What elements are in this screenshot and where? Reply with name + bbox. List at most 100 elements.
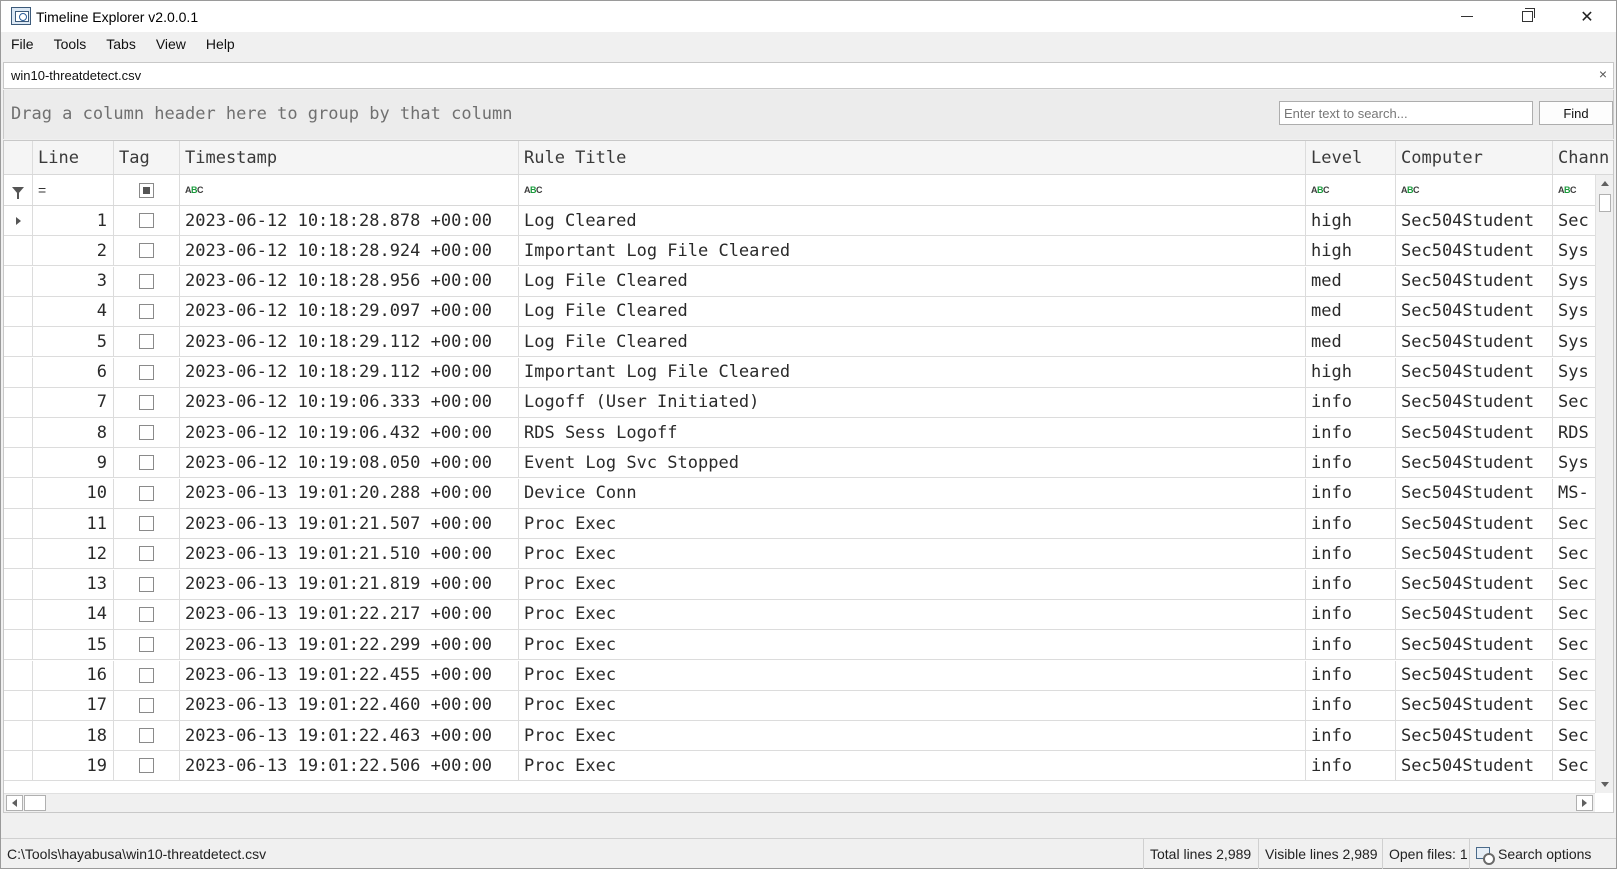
- cell-channel: Sys: [1558, 331, 1589, 352]
- horizontal-scrollbar[interactable]: [4, 793, 1595, 812]
- tag-checkbox[interactable]: [139, 425, 154, 441]
- table-row[interactable]: 10 2023-06-13 19:01:20.288 +00:00 Device C…: [4, 478, 1595, 509]
- minimize-button[interactable]: [1438, 1, 1496, 32]
- group-panel[interactable]: Drag a column header here to group by th…: [3, 90, 1614, 139]
- menu-file[interactable]: File: [1, 32, 44, 60]
- tag-checkbox[interactable]: [139, 364, 154, 380]
- table-row[interactable]: 17 2023-06-13 19:01:22.460 +00:00 Proc Exe…: [4, 690, 1595, 721]
- menu-view[interactable]: View: [146, 32, 196, 60]
- close-icon: ✕: [1580, 8, 1594, 26]
- equals-icon: =: [38, 182, 47, 198]
- row-indicator: [4, 721, 33, 751]
- cell-channel: Sys: [1558, 362, 1589, 382]
- tag-checkbox[interactable]: [139, 667, 154, 683]
- tag-checkbox[interactable]: [139, 334, 154, 350]
- horizontal-scroll-thumb[interactable]: [24, 795, 46, 811]
- column-header-rule-title[interactable]: Rule Title: [519, 141, 1306, 174]
- column-header-channel[interactable]: Chann: [1553, 141, 1613, 174]
- column-header-tag[interactable]: Tag: [114, 141, 180, 174]
- tag-checkbox[interactable]: [139, 213, 154, 228]
- cell-computer: Sec504Student: [1396, 509, 1553, 538]
- cell-line: 4: [33, 296, 114, 326]
- column-header-timestamp[interactable]: Timestamp: [180, 141, 519, 174]
- tag-checkbox[interactable]: [139, 606, 154, 622]
- table-row[interactable]: 11 2023-06-13 19:01:21.507 +00:00 Proc Exe…: [4, 509, 1595, 539]
- table-row[interactable]: 19 2023-06-13 19:01:22.506 +00:00 Proc Exe…: [4, 751, 1595, 782]
- scroll-left-button[interactable]: [6, 795, 23, 811]
- table-row[interactable]: 14 2023-06-13 19:01:22.217 +00:00 Proc Exe…: [4, 599, 1595, 630]
- tag-checkbox[interactable]: [139, 546, 154, 562]
- cell-channel: Sec: [1558, 604, 1589, 625]
- tag-checkbox[interactable]: [139, 728, 154, 744]
- status-open-files: Open files: 1: [1382, 839, 1474, 869]
- cell-level: info: [1306, 690, 1396, 720]
- group-hint: Drag a column header here to group by th…: [11, 104, 513, 124]
- vertical-scroll-thumb[interactable]: [1599, 194, 1611, 212]
- menu-tools[interactable]: Tools: [44, 32, 97, 60]
- filter-line[interactable]: =: [33, 175, 114, 205]
- table-row[interactable]: 6 2023-06-12 10:18:29.112 +00:00 Important…: [4, 357, 1595, 388]
- close-button[interactable]: ✕: [1558, 1, 1616, 32]
- file-tab[interactable]: win10-threatdetect.csv ×: [3, 62, 1614, 89]
- cell-channel: MS-: [1558, 483, 1589, 504]
- table-row[interactable]: 12 2023-06-13 19:01:21.510 +00:00 Proc Exe…: [4, 539, 1595, 570]
- table-row[interactable]: 4 2023-06-12 10:18:29.097 +00:00 Log File …: [4, 296, 1595, 327]
- scroll-up-button[interactable]: [1597, 175, 1613, 192]
- cell-channel: Sec: [1558, 695, 1589, 716]
- row-indicator: [4, 236, 33, 266]
- tag-checkbox[interactable]: [139, 455, 154, 471]
- search-input[interactable]: [1279, 101, 1533, 125]
- tab-title: win10-threatdetect.csv: [11, 68, 142, 83]
- table-row[interactable]: 1 2023-06-12 10:18:28.878 +00:00 Log Clear…: [4, 206, 1595, 236]
- tag-checkbox[interactable]: [139, 576, 154, 592]
- table-row[interactable]: 2 2023-06-12 10:18:28.924 +00:00 Important…: [4, 236, 1595, 267]
- column-header-line[interactable]: Line: [33, 141, 114, 174]
- filter-computer[interactable]: ABC: [1396, 175, 1553, 205]
- filter-tag[interactable]: [114, 175, 180, 205]
- cell-tag: [114, 630, 180, 660]
- status-total-lines: Total lines 2,989: [1143, 839, 1257, 869]
- table-row[interactable]: 7 2023-06-12 10:19:06.333 +00:00 Logoff (U…: [4, 387, 1595, 418]
- tag-checkbox[interactable]: [139, 243, 154, 259]
- cell-rule-title: Proc Exec: [519, 660, 1306, 690]
- column-header-level[interactable]: Level: [1306, 141, 1396, 174]
- restore-button[interactable]: [1498, 1, 1556, 32]
- table-row[interactable]: 9 2023-06-12 10:19:08.050 +00:00 Event Log…: [4, 448, 1595, 479]
- table-row[interactable]: 3 2023-06-12 10:18:28.956 +00:00 Log File …: [4, 266, 1595, 297]
- search-options-button[interactable]: Search options: [1469, 839, 1597, 869]
- tag-checkbox[interactable]: [139, 637, 154, 653]
- table-row[interactable]: 18 2023-06-13 19:01:22.463 +00:00 Proc Exe…: [4, 721, 1595, 752]
- tag-checkbox[interactable]: [139, 303, 154, 319]
- cell-rule-title: Log File Cleared: [519, 327, 1306, 357]
- scroll-right-button[interactable]: [1576, 795, 1593, 811]
- find-button[interactable]: Find: [1539, 101, 1613, 125]
- column-header-computer[interactable]: Computer: [1396, 141, 1553, 174]
- tab-close-icon[interactable]: ×: [1599, 66, 1607, 82]
- tag-checkbox[interactable]: [139, 273, 154, 289]
- row-indicator: [4, 296, 33, 326]
- cell-timestamp: 2023-06-13 19:01:22.299 +00:00: [180, 630, 519, 660]
- tag-checkbox[interactable]: [139, 758, 154, 774]
- cell-channel: Sec: [1558, 725, 1589, 746]
- table-row[interactable]: 13 2023-06-13 19:01:21.819 +00:00 Proc Exe…: [4, 569, 1595, 600]
- tag-checkbox[interactable]: [139, 485, 154, 501]
- cell-channel: Sec: [1558, 513, 1589, 534]
- menu-tabs[interactable]: Tabs: [96, 32, 146, 60]
- filter-timestamp[interactable]: ABC: [180, 175, 519, 205]
- cell-rule-title: Proc Exec: [519, 721, 1306, 751]
- tag-checkbox[interactable]: [139, 516, 154, 531]
- vertical-scrollbar[interactable]: [1595, 175, 1613, 793]
- filter-rule-title[interactable]: ABC: [519, 175, 1306, 205]
- cell-line: 9: [33, 448, 114, 478]
- tag-checkbox[interactable]: [139, 697, 154, 713]
- filter-level[interactable]: ABC: [1306, 175, 1396, 205]
- table-row[interactable]: 15 2023-06-13 19:01:22.299 +00:00 Proc Exe…: [4, 630, 1595, 661]
- cell-timestamp: 2023-06-12 10:18:29.112 +00:00: [180, 357, 519, 387]
- tag-checkbox[interactable]: [139, 394, 154, 410]
- scroll-down-button[interactable]: [1597, 776, 1613, 793]
- menu-help[interactable]: Help: [196, 32, 245, 60]
- table-row[interactable]: 5 2023-06-12 10:18:29.112 +00:00 Log File …: [4, 327, 1595, 358]
- filter-checkbox[interactable]: [139, 182, 154, 198]
- table-row[interactable]: 8 2023-06-12 10:19:06.432 +00:00 RDS Sess …: [4, 418, 1595, 449]
- table-row[interactable]: 16 2023-06-13 19:01:22.455 +00:00 Proc Exe…: [4, 660, 1595, 691]
